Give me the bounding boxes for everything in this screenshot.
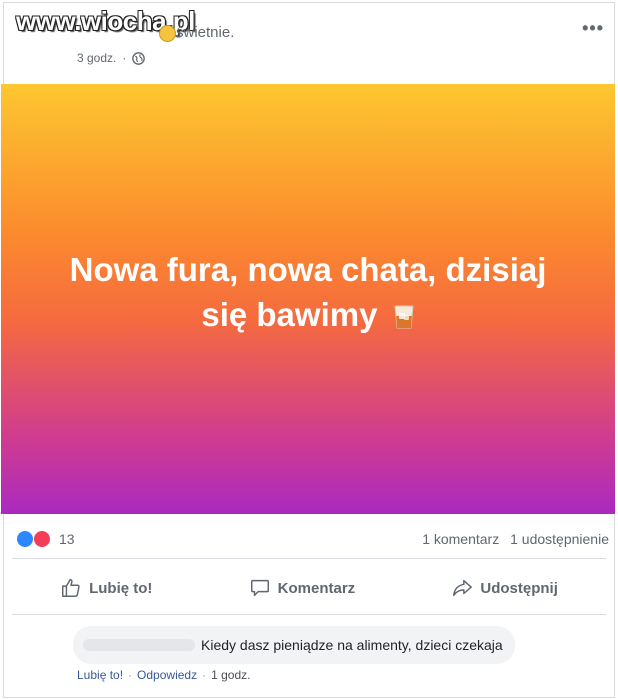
comment-bubble: Kiedy dasz pieniądze na alimenty, dzieci… bbox=[73, 626, 515, 664]
post-timestamp-row: 3 godz. · bbox=[77, 51, 146, 65]
share-arrow-icon bbox=[453, 579, 473, 597]
comment-button[interactable]: Komentarz bbox=[249, 577, 356, 599]
like-reaction-icon bbox=[16, 530, 34, 548]
post-text: Nowa fura, nowa chata, dzisiaj się bawim… bbox=[28, 247, 588, 337]
reactions-count: 13 bbox=[59, 531, 75, 547]
separator: · bbox=[128, 668, 133, 682]
thumbs-up-icon bbox=[62, 579, 80, 597]
like-button[interactable]: Lubię to! bbox=[60, 577, 152, 599]
globe-icon bbox=[132, 51, 146, 65]
comment-actions: Lubię to! · Odpowiedz · 1 godz. bbox=[77, 668, 250, 682]
comment-bubble-icon bbox=[250, 579, 269, 597]
post-text-line-1: Nowa fura, nowa chata, dzisiaj bbox=[69, 251, 547, 288]
share-button[interactable]: Udostępnij bbox=[451, 577, 558, 599]
feeling-emoji-icon bbox=[159, 25, 176, 42]
comments-count-link[interactable]: 1 komentarz bbox=[422, 531, 499, 547]
post-time[interactable]: 3 godz. bbox=[77, 51, 116, 65]
whisky-glass-icon bbox=[394, 305, 414, 329]
like-button-label: Lubię to! bbox=[89, 579, 153, 597]
comment-text: Kiedy dasz pieniądze na alimenty, dzieci… bbox=[201, 637, 503, 653]
separator: · bbox=[122, 51, 127, 65]
love-reaction-icon bbox=[33, 530, 51, 548]
post-text-line-2: się bawimy bbox=[201, 296, 378, 333]
engagement-stats: 1 komentarz 1 udostępnienie bbox=[422, 531, 609, 547]
post-background-banner: Nowa fura, nowa chata, dzisiaj się bawim… bbox=[1, 84, 615, 514]
shares-count-link[interactable]: 1 udostępnienie bbox=[510, 531, 609, 547]
separator: · bbox=[202, 668, 207, 682]
post-actions-bar: Lubię to! Komentarz Udostępnij bbox=[12, 566, 606, 610]
post-status: świetnie. bbox=[176, 24, 235, 41]
divider bbox=[12, 558, 606, 559]
more-options-icon[interactable]: ••• bbox=[582, 18, 604, 39]
share-button-label: Udostępnij bbox=[480, 579, 558, 597]
comment-time[interactable]: 1 godz. bbox=[211, 668, 250, 682]
comment-like-link[interactable]: Lubię to! bbox=[77, 668, 123, 682]
reactions-summary[interactable]: 13 bbox=[16, 530, 75, 548]
comment-button-label: Komentarz bbox=[277, 579, 356, 597]
divider bbox=[12, 614, 606, 615]
comment-author-redacted bbox=[83, 639, 195, 651]
comment-reply-link[interactable]: Odpowiedz bbox=[137, 668, 197, 682]
